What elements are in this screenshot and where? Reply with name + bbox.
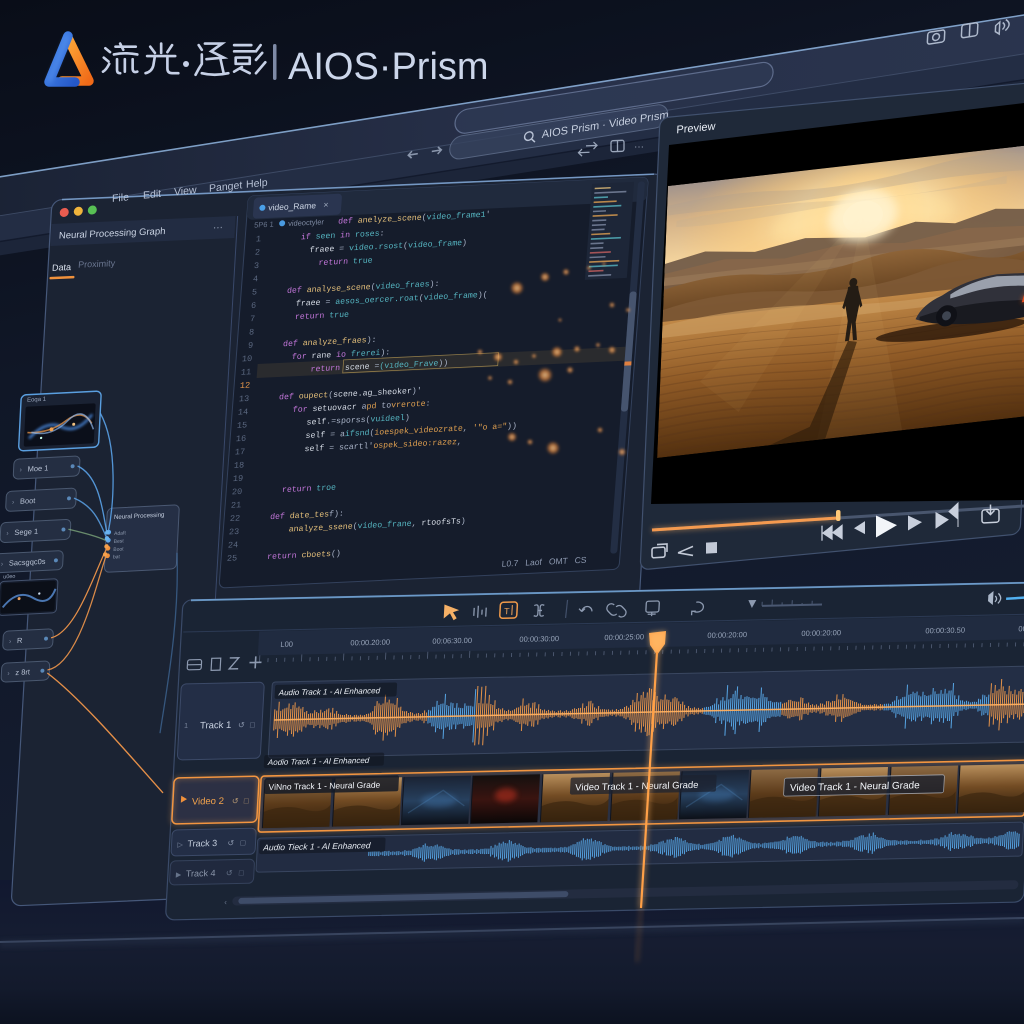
svg-text:00:00:20:00: 00:00:20:00	[707, 630, 747, 640]
svg-text:Eoqa 1: Eoqa 1	[27, 397, 47, 404]
svg-text:Adaft: Adaft	[114, 530, 127, 537]
svg-text:00:06:30.00: 00:06:30.00	[432, 636, 472, 646]
svg-text:Boot: Boot	[20, 496, 37, 506]
svg-text:1: 1	[256, 234, 262, 244]
svg-text:4: 4	[253, 274, 259, 284]
svg-text:View: View	[174, 184, 197, 198]
svg-text:Sacsgqc0s: Sacsgqc0s	[9, 557, 46, 568]
svg-text:videoctyler: videoctyler	[288, 217, 325, 228]
svg-text:12: 12	[240, 381, 251, 391]
svg-text:14: 14	[238, 407, 249, 417]
svg-text:6: 6	[251, 301, 257, 311]
svg-text:Proximity: Proximity	[78, 258, 116, 270]
svg-text:24: 24	[228, 540, 239, 550]
svg-text:↺: ↺	[227, 839, 234, 848]
svg-text:↺: ↺	[226, 869, 233, 878]
svg-text:00:00:20:00: 00:00:20:00	[801, 628, 841, 638]
svg-text:00:00.20:00: 00:00.20:00	[350, 638, 390, 648]
svg-text:15: 15	[237, 420, 248, 430]
svg-text:u0eo: u0eo	[3, 574, 16, 581]
svg-text:13: 13	[239, 394, 250, 404]
svg-text:bat: bat	[113, 554, 121, 560]
svg-text:25: 25	[227, 553, 238, 563]
svg-text:22: 22	[230, 514, 241, 524]
svg-text:⋯: ⋯	[634, 142, 644, 153]
svg-text:Edit: Edit	[143, 188, 161, 202]
svg-text:20: 20	[232, 487, 243, 497]
svg-text:□: □	[244, 796, 249, 805]
svg-text:00:: 00:	[1018, 624, 1024, 633]
svg-text:R: R	[17, 636, 23, 645]
svg-text:00:00:30:00: 00:00:30:00	[519, 634, 559, 644]
svg-text:↺: ↺	[238, 721, 245, 730]
svg-text:3: 3	[254, 261, 260, 271]
svg-text:2: 2	[255, 248, 261, 258]
svg-text:T: T	[504, 606, 511, 616]
svg-text:File: File	[112, 191, 129, 205]
svg-text:19: 19	[233, 474, 244, 484]
svg-text:00:00:30.50: 00:00:30.50	[925, 626, 965, 636]
svg-text:11: 11	[241, 367, 252, 377]
svg-text:□: □	[239, 868, 244, 877]
svg-text:▷: ▷	[177, 842, 183, 849]
svg-text:Moe 1: Moe 1	[27, 463, 48, 473]
svg-text:10: 10	[242, 354, 253, 364]
svg-text:8: 8	[249, 327, 255, 337]
svg-text:23: 23	[229, 527, 240, 537]
svg-text:Track 4: Track 4	[186, 868, 216, 879]
svg-text:Track 1: Track 1	[200, 720, 232, 732]
svg-text:5P6 1: 5P6 1	[254, 220, 274, 230]
svg-text:L00: L00	[280, 640, 293, 649]
svg-text:Sege 1: Sege 1	[14, 527, 38, 537]
svg-text:×: ×	[323, 200, 329, 210]
svg-text:Video 2: Video 2	[192, 796, 225, 808]
svg-text:Boot: Boot	[113, 546, 124, 553]
svg-text:Best: Best	[114, 538, 125, 545]
svg-text:18: 18	[234, 460, 245, 470]
svg-text:5: 5	[252, 287, 258, 297]
svg-text:□: □	[240, 838, 245, 847]
svg-text:▶: ▶	[176, 872, 182, 879]
svg-text:↺: ↺	[232, 797, 239, 806]
svg-text:Help: Help	[246, 177, 268, 191]
svg-text:1: 1	[184, 723, 188, 730]
svg-text:17: 17	[235, 447, 246, 457]
svg-text:7: 7	[250, 314, 256, 324]
svg-text:⋯: ⋯	[213, 223, 224, 234]
svg-text:00:00:25:00: 00:00:25:00	[604, 632, 644, 642]
svg-text:□: □	[250, 720, 255, 729]
svg-text:9: 9	[248, 341, 254, 351]
svg-text:16: 16	[236, 434, 247, 444]
svg-text:Track 3: Track 3	[187, 838, 217, 849]
svg-text:Data: Data	[52, 262, 72, 273]
svg-text:z 8rt: z 8rt	[15, 667, 31, 677]
svg-text:21: 21	[231, 500, 242, 510]
svg-text:AIOS·Prism: AIOS·Prism	[288, 46, 489, 88]
